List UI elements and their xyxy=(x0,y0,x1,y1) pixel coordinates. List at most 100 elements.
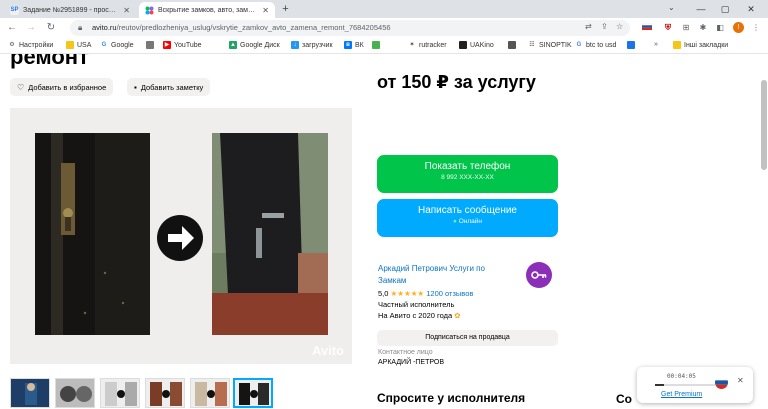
lock-icon[interactable]: 🔒︎ xyxy=(78,23,82,33)
tab-title: Вскрытие замков, авто, замена xyxy=(158,6,259,14)
extension-grid-icon[interactable]: ⊞ xyxy=(680,22,692,34)
bookmark-blank-1[interactable] xyxy=(146,41,157,49)
close-tab-icon[interactable]: ✕ xyxy=(123,6,130,15)
seller-name-line1[interactable]: Аркадий Петрович Услуги по xyxy=(378,264,485,273)
bookmark-blank-4[interactable] xyxy=(627,41,638,49)
bookmark-sinoptik[interactable]: ☷ SINOPTIK xyxy=(528,41,572,49)
arrow-right-icon xyxy=(157,215,203,261)
tab-title: Задание №2951899 - просмотр xyxy=(23,6,120,14)
download-icon: ↓ xyxy=(291,41,299,49)
sp-favicon-icon: SP xyxy=(10,5,19,15)
extensions-puzzle-icon[interactable]: ✱ xyxy=(697,22,709,34)
url-text[interactable]: avito.ru/reutov/predlozheniya_uslug/vskr… xyxy=(92,23,391,32)
bookmark-label: UAKino xyxy=(470,41,494,49)
bookmark-other[interactable]: Інші закладки xyxy=(673,41,728,49)
contact-person-name: АРКАДИЙ -ПЕТРОВ xyxy=(378,359,445,366)
folder-icon xyxy=(66,41,74,49)
bookmark-label: SINOPTIK xyxy=(539,41,572,49)
gallery-thumbnail[interactable] xyxy=(145,378,185,408)
extension-shield-icon[interactable]: ⛨ xyxy=(662,22,674,34)
badge-icon: ✿ xyxy=(454,311,461,320)
page-icon xyxy=(627,41,635,49)
bookmark-label: загрузчик xyxy=(302,41,333,49)
page-icon xyxy=(372,41,380,49)
bookmarks-overflow-icon[interactable]: » xyxy=(654,41,658,48)
close-window-icon[interactable]: ✕ xyxy=(740,0,762,18)
close-tab-icon[interactable]: ✕ xyxy=(262,6,269,15)
online-status: Онлайн xyxy=(458,218,483,225)
bookmark-label: Google Диск xyxy=(240,41,280,49)
bookmark-google-drive[interactable]: ▲ Google Диск xyxy=(229,41,280,49)
maximize-icon[interactable]: ▢ xyxy=(714,0,736,18)
menu-icon[interactable]: ⋮ xyxy=(750,22,762,34)
page-icon xyxy=(508,41,516,49)
google-icon: G xyxy=(576,42,582,48)
write-message-button[interactable]: Написать сообщение ● Онлайн xyxy=(377,199,558,237)
bookmark-btc[interactable]: Gbtc to usd xyxy=(575,41,617,49)
seller-since: На Авито с 2020 года xyxy=(378,311,453,320)
minimize-icon[interactable]: — xyxy=(690,0,712,18)
russia-flag-icon[interactable] xyxy=(715,376,728,389)
recorder-progress-fill xyxy=(655,384,664,386)
bookmark-uakino[interactable]: UAKino xyxy=(459,41,494,49)
language-flag-icon[interactable] xyxy=(641,22,653,34)
translate-icon[interactable]: ⇄ xyxy=(585,22,592,31)
seller-rating: 5,0 xyxy=(378,289,389,298)
price: от 150 ₽ за услугу xyxy=(377,72,536,92)
new-tab-button[interactable]: + xyxy=(279,3,292,16)
bookmark-usa[interactable]: USA xyxy=(66,41,91,49)
bookmark-label: USA xyxy=(77,41,92,49)
avito-favicon-icon xyxy=(145,6,154,15)
bookmark-label: Інші закладки xyxy=(684,41,729,49)
subscribe-seller-button[interactable]: Подписаться на продавца xyxy=(377,330,558,346)
bookmark-rutracker[interactable]: ✶ rutracker xyxy=(408,41,446,49)
door-before-photo xyxy=(35,133,150,335)
heart-icon: ♡ xyxy=(17,82,25,92)
gear-icon: ⚙ xyxy=(9,42,15,48)
tab-strip: SP Задание №2951899 - просмотр ✕ Вскрыти… xyxy=(0,0,768,18)
favorite-label: Добавить в избранное xyxy=(28,82,107,92)
seller-avatar[interactable] xyxy=(526,262,552,288)
gallery-thumbnail[interactable] xyxy=(190,378,230,408)
tab-avito[interactable]: Вскрытие замков, авто, замена ✕ xyxy=(139,2,275,18)
bookmark-youtube[interactable]: ▶ YouTube xyxy=(163,41,202,49)
page-icon xyxy=(146,41,154,49)
rating-stars-icon: ★★★★★ xyxy=(390,289,425,298)
bookmark-blank-3[interactable] xyxy=(508,41,519,49)
add-to-favorites-button[interactable]: ♡ Добавить в избранное xyxy=(10,78,114,96)
gallery-thumbnail[interactable] xyxy=(55,378,95,408)
bookmark-star-icon[interactable]: ☆ xyxy=(616,22,623,31)
reload-icon[interactable]: ↻ xyxy=(44,21,58,35)
get-premium-link[interactable]: Get Premium xyxy=(661,391,702,398)
sinoptik-icon: ☷ xyxy=(529,42,535,48)
share-icon[interactable]: ⇪ xyxy=(601,22,608,31)
reviews-link[interactable]: 1200 отзывов xyxy=(426,289,473,298)
drive-icon: ▲ xyxy=(229,41,237,49)
tab-task[interactable]: SP Задание №2951899 - просмотр ✕ xyxy=(4,2,136,18)
scrollbar-thumb[interactable] xyxy=(761,80,767,170)
bookmark-settings[interactable]: ⚙ Настройки xyxy=(8,41,53,49)
show-phone-label: Показать телефон xyxy=(424,161,511,172)
recorder-progress[interactable] xyxy=(655,384,715,386)
bookmark-blank-2[interactable] xyxy=(372,41,383,49)
key-icon xyxy=(531,271,547,279)
seller-name-line2[interactable]: Замкам xyxy=(378,276,406,285)
show-phone-button[interactable]: Показать телефон 8 992 XXX-XX-XX xyxy=(377,155,558,193)
forward-icon[interactable]: → xyxy=(24,21,38,35)
seller-rating-row: 5,0 ★★★★★ 1200 отзывов xyxy=(378,289,473,298)
tab-search-icon[interactable]: ⌄ xyxy=(668,3,675,12)
seller-since-row: На Авито с 2020 года ✿ xyxy=(378,311,461,320)
gallery-thumbnail[interactable] xyxy=(10,378,50,408)
back-icon[interactable]: ← xyxy=(5,21,19,35)
photo-gallery[interactable]: Avito xyxy=(10,108,352,364)
side-panel-icon[interactable]: ◧ xyxy=(714,22,726,34)
gallery-thumbnail-selected[interactable] xyxy=(233,378,273,408)
gallery-thumbnail[interactable] xyxy=(100,378,140,408)
profile-avatar[interactable]: ! xyxy=(733,22,744,33)
address-bar[interactable]: 🔒︎ avito.ru/reutov/predlozheniya_uslug/v… xyxy=(70,20,630,36)
bookmark-downloader[interactable]: ↓ загрузчик xyxy=(291,41,333,49)
bookmark-google[interactable]: G Google xyxy=(100,41,134,49)
bookmark-vk[interactable]: в ВК xyxy=(344,41,364,49)
add-note-button[interactable]: ▪ Добавить заметку xyxy=(127,78,211,96)
close-icon[interactable]: ✕ xyxy=(737,376,744,385)
